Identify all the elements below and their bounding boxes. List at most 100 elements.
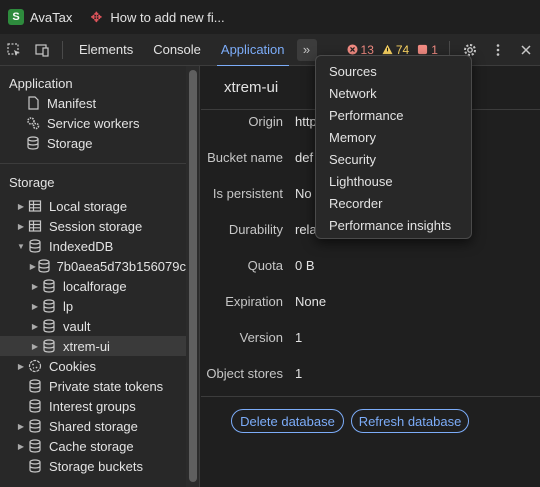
browser-tab-howto[interactable]: ✥ How to add new fi... [80,0,232,34]
expand-arrow-right-icon[interactable]: ▶ [15,442,27,451]
menu-item-security[interactable]: Security [316,148,471,170]
table-icon [27,218,43,234]
detail-value: None [295,293,327,309]
error-icon [346,44,358,55]
sidebar-item-cache-storage[interactable]: ▶ Cache storage [0,436,186,456]
sidebar-item-storage-buckets[interactable]: Storage buckets [0,456,186,476]
detail-value: No [295,185,312,201]
sidebar-item-lp[interactable]: ▶ lp [0,296,186,316]
scrollbar-thumb[interactable] [189,70,197,482]
menu-item-lighthouse[interactable]: Lighthouse [316,170,471,192]
warning-icon [382,44,393,55]
sidebar-item-storage[interactable]: Storage [0,133,186,153]
sidebar-item-label: Manifest [47,95,97,111]
sidebar-item-label: Shared storage [49,418,138,434]
sidebar-item-private-state-tokens[interactable]: Private state tokens [0,376,186,396]
menu-item-recorder[interactable]: Recorder [316,192,471,214]
sidebar-item-label: lp [63,298,74,314]
detail-value: rela [295,221,317,237]
browser-tab-avatax[interactable]: S AvaTax [0,0,80,34]
detail-value: http [295,113,317,129]
tab-console[interactable]: Console [143,34,211,66]
sidebar-item-label: Private state tokens [49,378,164,394]
detail-row-version: Version 1 [201,327,540,347]
expand-arrow-right-icon[interactable]: ▶ [15,362,27,371]
database-icon [27,458,43,474]
sidebar-item-vault[interactable]: ▶ vault [0,316,186,336]
database-icon [27,378,43,394]
sidebar-item-label: Cache storage [49,438,134,454]
expand-arrow-right-icon[interactable]: ▶ [29,262,37,271]
detail-key: Object stores [206,365,283,381]
database-icon [25,135,41,151]
delete-database-button[interactable]: Delete database [231,409,344,433]
section-header-storage: Storage [9,174,55,190]
application-sidebar: Application Manifest Service workers Sto… [0,66,186,487]
sidebar-item-xtrem-ui[interactable]: ▶ xtrem-ui [0,336,186,356]
menu-item-network[interactable]: Network [316,82,471,104]
sidebar-item-label: Service workers [47,115,140,131]
expand-arrow-right-icon[interactable]: ▶ [29,282,41,291]
sidebar-item-session-storage[interactable]: ▶ Session storage [0,216,186,236]
more-tabs-chevron-icon[interactable]: » [296,38,317,61]
kebab-menu-icon[interactable] [484,34,512,66]
tab-application[interactable]: Application [211,34,295,67]
expand-arrow-right-icon[interactable]: ▶ [15,422,27,431]
database-icon [41,298,57,314]
sidebar-item-cookies[interactable]: ▶ Cookies [0,356,186,376]
database-icon [27,398,43,414]
close-icon[interactable] [512,34,540,66]
database-icon [41,278,57,294]
device-toolbar-icon[interactable] [28,34,56,66]
sidebar-item-label: Storage [47,135,93,151]
sidebar-item-7b0aea5d73b156079c[interactable]: ▶ 7b0aea5d73b156079c [0,256,186,276]
browser-tabstrip: S AvaTax ✥ How to add new fi... [0,0,540,34]
database-icon [27,238,43,254]
database-icon [37,258,51,274]
toolbar-divider [62,40,63,59]
detail-key: Durability [228,221,283,237]
more-tabs-dropdown: Sources Network Performance Memory Security L… [315,55,472,239]
expand-arrow-right-icon[interactable]: ▶ [15,222,27,231]
sidebar-item-label: Cookies [49,358,96,374]
expand-arrow-right-icon[interactable]: ▶ [29,322,41,331]
sidebar-item-label: xtrem-ui [63,338,110,354]
database-icon [41,318,57,334]
panel-divider [201,396,540,397]
detail-value: 0 B [295,257,315,273]
detail-key: Bucket name [207,149,283,165]
detail-key: Version [239,329,283,345]
sidebar-item-interest-groups[interactable]: Interest groups [0,396,186,416]
sidebar-item-local-storage[interactable]: ▶ Local storage [0,196,186,216]
browser-tab-title: AvaTax [30,9,73,25]
sidebar-scrollbar[interactable] [186,66,200,487]
menu-item-performance-insights[interactable]: Performance insights [316,214,471,236]
inspect-element-icon[interactable] [0,34,28,66]
sidebar-item-indexeddb[interactable]: ▼ IndexedDB [0,236,186,256]
detail-key: Is persistent [212,185,283,201]
expand-arrow-right-icon[interactable]: ▶ [29,302,41,311]
sidebar-item-manifest[interactable]: Manifest [0,93,186,113]
detail-key: Quota [247,257,283,273]
detail-row-object-stores: Object stores 1 [201,363,540,383]
expand-arrow-right-icon[interactable]: ▶ [15,202,27,211]
menu-item-performance[interactable]: Performance [316,104,471,126]
detail-key: Origin [248,113,283,129]
database-icon [27,418,43,434]
database-icon [27,438,43,454]
sidebar-item-label: Interest groups [49,398,136,414]
sidebar-item-label: Local storage [49,198,128,214]
sidebar-item-shared-storage[interactable]: ▶ Shared storage [0,416,186,436]
tab-elements[interactable]: Elements [69,34,143,66]
menu-item-memory[interactable]: Memory [316,126,471,148]
cookie-icon [27,358,43,374]
detail-row-expiration: Expiration None [201,291,540,311]
sidebar-item-localforage[interactable]: ▶ localforage [0,276,186,296]
sidebar-item-service-workers[interactable]: Service workers [0,113,186,133]
section-divider [0,163,186,164]
sidebar-item-label: localforage [63,278,127,294]
expand-arrow-down-icon[interactable]: ▼ [15,242,27,251]
expand-arrow-right-icon[interactable]: ▶ [29,342,41,351]
menu-item-sources[interactable]: Sources [316,60,471,82]
refresh-database-button[interactable]: Refresh database [351,409,469,433]
